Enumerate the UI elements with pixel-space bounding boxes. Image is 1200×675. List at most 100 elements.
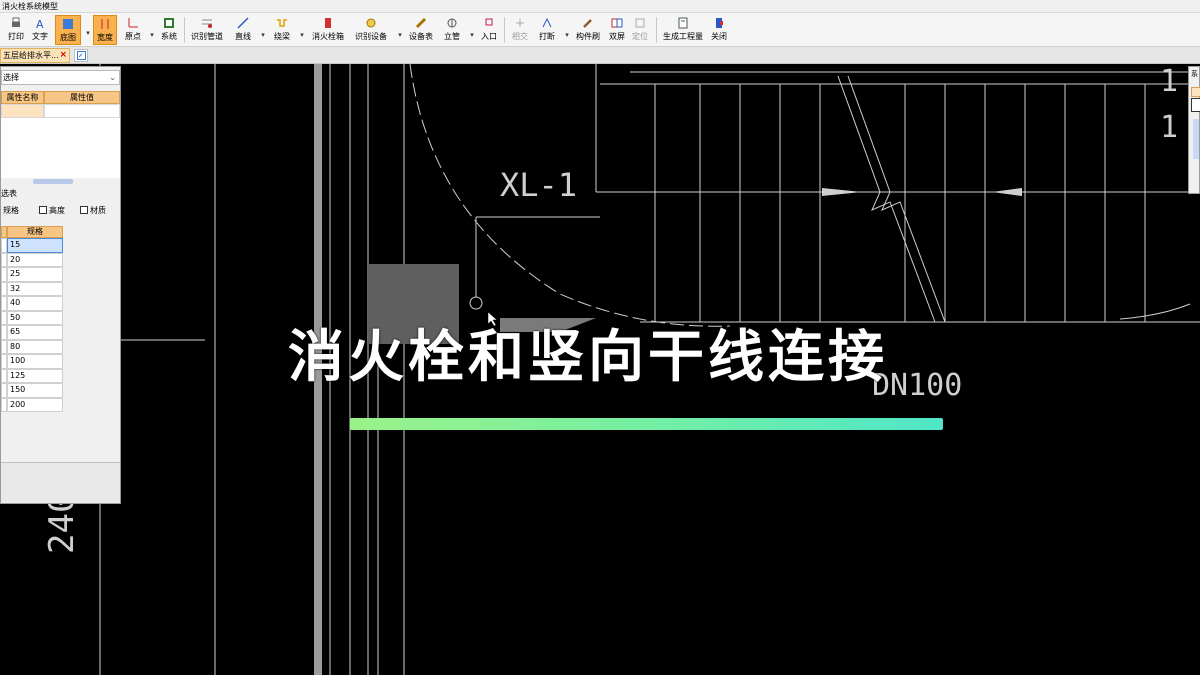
dual-screen-button[interactable]: 双屏 [606, 15, 628, 45]
beam-dropdown-icon[interactable]: ▾ [298, 31, 306, 39]
spec-value[interactable]: 200 [7, 397, 63, 412]
new-tab-icon[interactable] [74, 49, 88, 62]
entrance-button[interactable]: 入口 [478, 15, 500, 45]
beam-button[interactable]: 绕梁 [270, 15, 294, 45]
column-header-property-value: 属性值 [44, 91, 120, 104]
break-dropdown-icon[interactable]: ▾ [563, 31, 571, 39]
base-map-dropdown-icon[interactable]: ▾ [84, 29, 92, 37]
spec-value[interactable]: 100 [7, 354, 63, 369]
print-label: 打印 [8, 32, 24, 41]
chevron-down-icon[interactable]: ⌄ [109, 71, 116, 84]
identify-pipe-label: 识别管道 [191, 32, 223, 41]
dual-screen-icon [611, 17, 623, 29]
list-item[interactable]: 100 [1, 354, 63, 369]
panel-splitter-handle[interactable] [33, 179, 73, 184]
spec-value[interactable]: 20 [7, 252, 63, 267]
property-name-cell[interactable] [1, 104, 44, 118]
list-item[interactable]: 32 [1, 281, 63, 296]
break-button[interactable]: 打断 [536, 15, 558, 45]
line-icon [237, 17, 249, 29]
identify-pipe-icon [201, 17, 213, 29]
right-panel-scrollbar[interactable] [1193, 119, 1199, 159]
component-select[interactable]: 选择 ⌄ [1, 70, 120, 85]
spec-value[interactable]: 150 [7, 383, 63, 398]
base-map-button[interactable]: 底图 [55, 15, 81, 45]
material-checkbox-label[interactable]: 材质 [90, 205, 106, 216]
list-item[interactable]: 40 [1, 296, 63, 311]
riser-dropdown-icon[interactable]: ▾ [468, 31, 476, 39]
video-caption: 消火栓和竖向干线连接 [288, 325, 888, 390]
identify-pipe-button[interactable]: 识别管道 [189, 15, 225, 45]
spec-value[interactable]: 125 [7, 368, 63, 383]
text-button[interactable]: A 文字 [29, 15, 51, 45]
generate-quantity-button[interactable]: 生成工程量 [660, 15, 706, 45]
list-item[interactable]: 125 [1, 368, 63, 383]
riser-icon [446, 17, 458, 29]
width-icon [99, 18, 111, 30]
list-item[interactable]: 25 [1, 267, 63, 282]
spec-value[interactable]: 80 [7, 339, 63, 354]
height-checkbox-label[interactable]: 高度 [49, 205, 65, 216]
property-value-cell[interactable] [44, 104, 120, 118]
break-label: 打断 [539, 32, 555, 41]
width-label: 宽度 [97, 33, 113, 42]
component-brush-button[interactable]: 构件刷 [573, 15, 603, 45]
printer-icon [10, 17, 22, 29]
list-item[interactable]: 15 [1, 238, 63, 253]
riser-button[interactable]: 立管 [441, 15, 463, 45]
right-dimension-label-a: 1 [1160, 64, 1179, 99]
base-map-label: 底图 [60, 33, 76, 42]
right-panel-header-cell[interactable] [1191, 87, 1200, 97]
text-icon: A [34, 17, 46, 29]
system-label: 系统 [161, 32, 177, 41]
property-row[interactable] [1, 104, 120, 118]
line-button[interactable]: 直线 [232, 15, 254, 45]
spec-value[interactable]: 25 [7, 267, 63, 282]
list-item[interactable]: 50 [1, 310, 63, 325]
document-tab[interactable]: 五层给排水平... × [0, 48, 70, 63]
brush-icon [582, 17, 594, 29]
list-item[interactable]: 65 [1, 325, 63, 340]
line-dropdown-icon[interactable]: ▾ [259, 31, 267, 39]
beam-label: 绕梁 [274, 32, 290, 41]
spec-value[interactable]: 32 [7, 281, 63, 296]
list-item[interactable]: 200 [1, 397, 63, 412]
hydrant-label: 消火栓箱 [312, 32, 344, 41]
title-bar: 消火栓系统模型 [0, 0, 1200, 13]
component-brush-label: 构件刷 [576, 32, 600, 41]
locate-icon [634, 17, 646, 29]
width-button[interactable]: 宽度 [93, 15, 117, 45]
spec-value[interactable]: 65 [7, 325, 63, 340]
origin-dropdown-icon[interactable]: ▾ [148, 31, 156, 39]
document-tab-strip: 五层给排水平... × [0, 47, 1200, 64]
spec-value[interactable]: 15 [7, 238, 63, 253]
height-checkbox[interactable] [39, 206, 47, 214]
tab-close-icon[interactable]: × [59, 50, 67, 60]
close-button[interactable]: 关闭 [709, 15, 729, 45]
beam-icon [276, 17, 288, 29]
hydrant-button[interactable]: 消火栓箱 [309, 15, 347, 45]
toolbar-separator [656, 17, 657, 43]
spec-checkbox-label[interactable]: 规格 [3, 205, 19, 216]
spec-value[interactable]: 40 [7, 296, 63, 311]
intersect-icon [514, 17, 526, 29]
list-item[interactable]: 150 [1, 383, 63, 398]
right-panel-cell[interactable] [1191, 98, 1200, 112]
riser-label: 立管 [444, 32, 460, 41]
origin-button[interactable]: 原点 [122, 15, 144, 45]
locate-button[interactable]: 定位 [629, 15, 651, 45]
system-button[interactable]: 系统 [158, 15, 180, 45]
spec-value[interactable]: 50 [7, 310, 63, 325]
origin-label: 原点 [125, 32, 141, 41]
print-button[interactable]: 打印 [6, 15, 26, 45]
device-table-button[interactable]: 设备表 [406, 15, 436, 45]
identify-device-dropdown-icon[interactable]: ▾ [396, 31, 404, 39]
toolbar-separator [504, 17, 505, 43]
identify-device-button[interactable]: 识别设备 [352, 15, 390, 45]
list-item[interactable]: 20 [1, 252, 63, 267]
base-map-icon [62, 18, 74, 30]
material-checkbox[interactable] [80, 206, 88, 214]
right-side-panel: 系 [1188, 66, 1200, 194]
list-item[interactable]: 80 [1, 339, 63, 354]
intersect-button[interactable]: 相交 [509, 15, 531, 45]
